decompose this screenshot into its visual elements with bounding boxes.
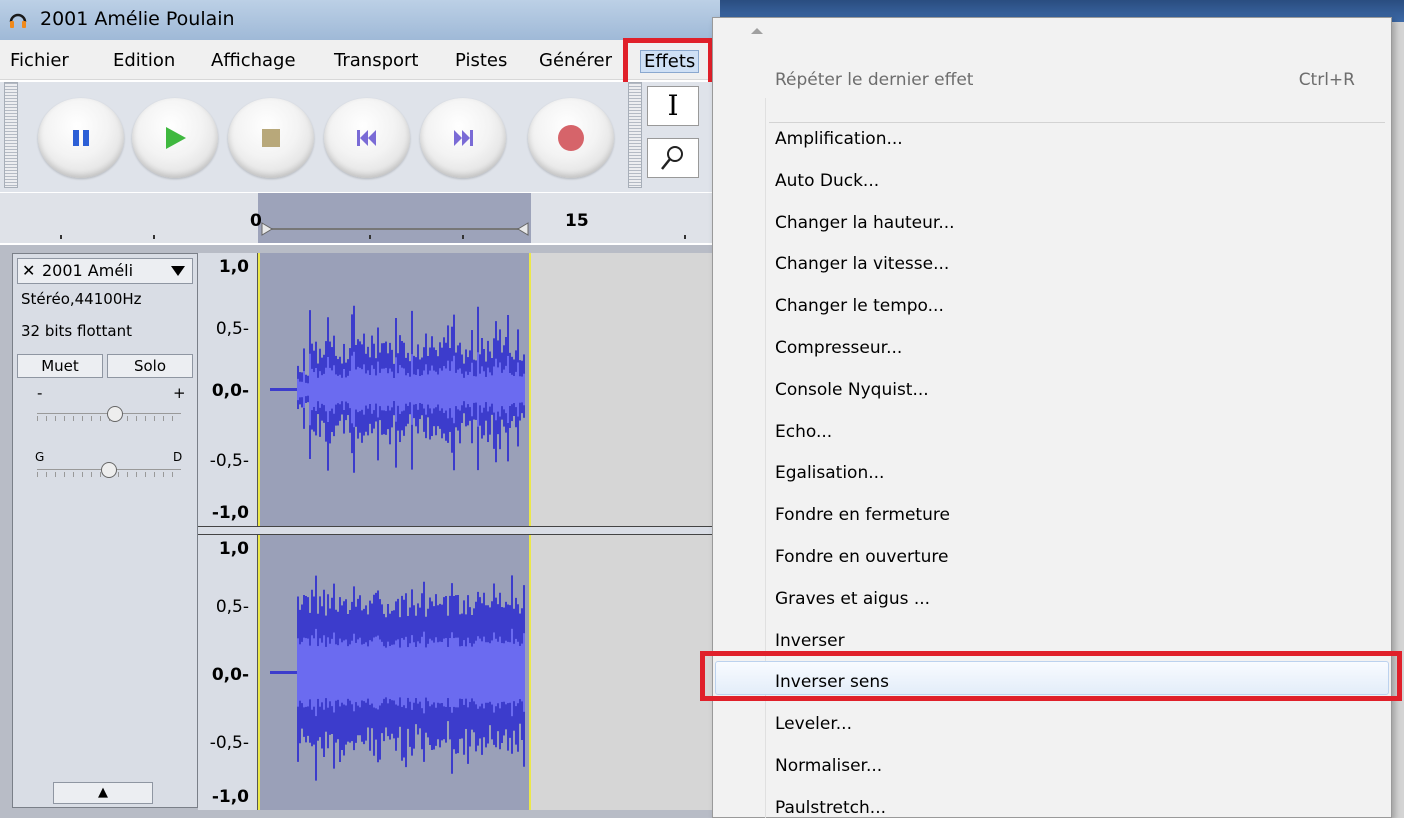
transport-toolbar: I	[0, 82, 712, 192]
bottom-channel-scale: 1,0 0,5- 0,0- -0,5- -1,0	[198, 535, 258, 810]
menu-item-inverser[interactable]: Inverser	[775, 631, 845, 651]
shortcut-ctrl-r: Ctrl+R	[1298, 70, 1355, 90]
scale-label: 0,0-	[211, 665, 249, 685]
scale-label: 0,5-	[215, 597, 249, 617]
close-track-icon[interactable]: ✕	[22, 259, 35, 283]
pause-icon	[73, 130, 89, 146]
menu-item-compresseur[interactable]: Compresseur...	[775, 338, 902, 358]
waveform-left	[270, 305, 525, 473]
selection-start-cursor	[258, 253, 260, 526]
toolbar-grip-2[interactable]	[628, 82, 642, 188]
menu-gutter	[765, 98, 766, 818]
track-name: 2001 Améli	[42, 261, 134, 280]
gain-slider[interactable]	[37, 404, 181, 424]
ibeam-icon: I	[667, 89, 679, 122]
waveform-right-channel[interactable]	[258, 535, 712, 810]
selection-range-indicator	[261, 222, 529, 236]
track-area: ✕ 2001 Améli Stéréo,44100Hz 32 bits flot…	[0, 245, 712, 818]
selection-tool[interactable]: I	[647, 86, 699, 126]
menu-item-changer-la-vitesse[interactable]: Changer la vitesse...	[775, 254, 949, 274]
dropdown-arrow-icon	[171, 266, 185, 276]
scale-label: -0,5-	[209, 733, 249, 753]
solo-button[interactable]: Solo	[107, 354, 193, 378]
menu-item-amplification[interactable]: Amplification...	[775, 129, 903, 149]
menu-affichage[interactable]: Affichage	[211, 50, 296, 71]
scale-label: 0,0-	[211, 381, 249, 401]
menu-item-leveler[interactable]: Leveler...	[775, 714, 852, 734]
ruler-label-0: 0	[250, 211, 262, 231]
record-icon	[558, 125, 584, 151]
audacity-icon	[9, 13, 27, 28]
scale-label: -0,5-	[209, 451, 249, 471]
ruler-tick	[684, 235, 686, 239]
menu-item-changer-la-hauteur[interactable]: Changer la hauteur...	[775, 213, 955, 233]
scale-label: 1,0	[218, 539, 249, 559]
window-title: 2001 Amélie Poulain	[40, 8, 235, 30]
selection-start-cursor	[258, 535, 260, 810]
scale-label: -1,0	[211, 787, 249, 807]
menu-item-fondre-en-ouverture[interactable]: Fondre en ouverture	[775, 547, 948, 567]
scale-label: 1,0	[218, 257, 249, 277]
track-name-menu[interactable]: ✕ 2001 Améli	[17, 258, 193, 284]
waveform-left-channel[interactable]	[258, 253, 712, 526]
channel-divider	[198, 526, 712, 535]
track-format: Stéréo,44100Hz	[21, 290, 142, 308]
skip-start-icon	[357, 130, 376, 146]
pan-slider-thumb[interactable]	[101, 462, 117, 478]
menu-item-fondre-en-fermeture[interactable]: Fondre en fermeture	[775, 505, 950, 525]
zoom-tool[interactable]	[647, 138, 699, 178]
waveform-right	[270, 575, 525, 781]
skip-end-icon	[454, 130, 473, 146]
track-bits: 32 bits flottant	[21, 322, 132, 340]
stop-icon	[262, 129, 280, 147]
menu-separator	[769, 122, 1385, 123]
menu-transport[interactable]: Transport	[334, 50, 418, 71]
menu-item-repeat-last-effect[interactable]: Répéter le dernier effet	[775, 70, 973, 90]
collapse-track-button[interactable]: ▲	[53, 782, 153, 804]
pause-button[interactable]	[38, 98, 124, 178]
track-control-panel: ✕ 2001 Améli Stéréo,44100Hz 32 bits flot…	[12, 253, 198, 808]
gain-slider-thumb[interactable]	[107, 406, 123, 422]
menu-edition[interactable]: Edition	[113, 50, 175, 71]
play-icon	[166, 127, 186, 149]
top-channel-scale: 1,0 0,5- 0,0- -0,5- -1,0	[198, 253, 258, 526]
menu-item-paulstretch[interactable]: Paulstretch...	[775, 798, 886, 818]
menu-bar: Fichier Edition Affichage Transport Pist…	[0, 40, 712, 80]
menu-item-echo[interactable]: Echo...	[775, 422, 832, 442]
menu-item-console-nyquist[interactable]: Console Nyquist...	[775, 380, 929, 400]
menu-item-normaliser[interactable]: Normaliser...	[775, 756, 882, 776]
menu-item-changer-le-tempo[interactable]: Changer le tempo...	[775, 296, 944, 316]
selection-end-cursor	[529, 253, 531, 526]
collapse-icon: ▲	[98, 785, 108, 800]
scale-label: 0,5-	[215, 319, 249, 339]
record-button[interactable]	[528, 98, 614, 178]
gain-minus-label: -	[37, 384, 43, 402]
mute-button[interactable]: Muet	[17, 354, 103, 378]
ruler-tick	[153, 235, 155, 239]
toolbar-grip[interactable]	[4, 82, 18, 188]
ruler-label-15: 15	[565, 211, 589, 231]
selection-end-cursor	[529, 535, 531, 810]
gain-plus-label: +	[173, 384, 186, 402]
skip-to-start-button[interactable]	[324, 98, 410, 178]
stop-button[interactable]	[228, 98, 314, 178]
menu-fichier[interactable]: Fichier	[10, 50, 69, 71]
inverser-sens-highlight-box	[700, 651, 1402, 701]
menu-item-graves-et-aigus[interactable]: Graves et aigus ...	[775, 589, 930, 609]
menu-pistes[interactable]: Pistes	[455, 50, 507, 71]
zoom-icon	[661, 146, 683, 170]
menu-item-auto-duck[interactable]: Auto Duck...	[775, 171, 879, 191]
title-bar: 2001 Amélie Poulain	[0, 0, 720, 40]
scroll-up-icon[interactable]	[751, 28, 763, 34]
skip-to-end-button[interactable]	[420, 98, 506, 178]
timeline-ruler[interactable]: 0 15	[0, 193, 712, 243]
menu-item-egalisation[interactable]: Egalisation...	[775, 463, 884, 483]
ruler-tick	[369, 235, 371, 239]
scale-label: -1,0	[211, 503, 249, 523]
pan-slider[interactable]	[37, 460, 181, 480]
play-button[interactable]	[132, 98, 218, 178]
ruler-tick	[60, 235, 62, 239]
menu-generer[interactable]: Générer	[539, 50, 612, 71]
ruler-tick	[462, 235, 464, 239]
